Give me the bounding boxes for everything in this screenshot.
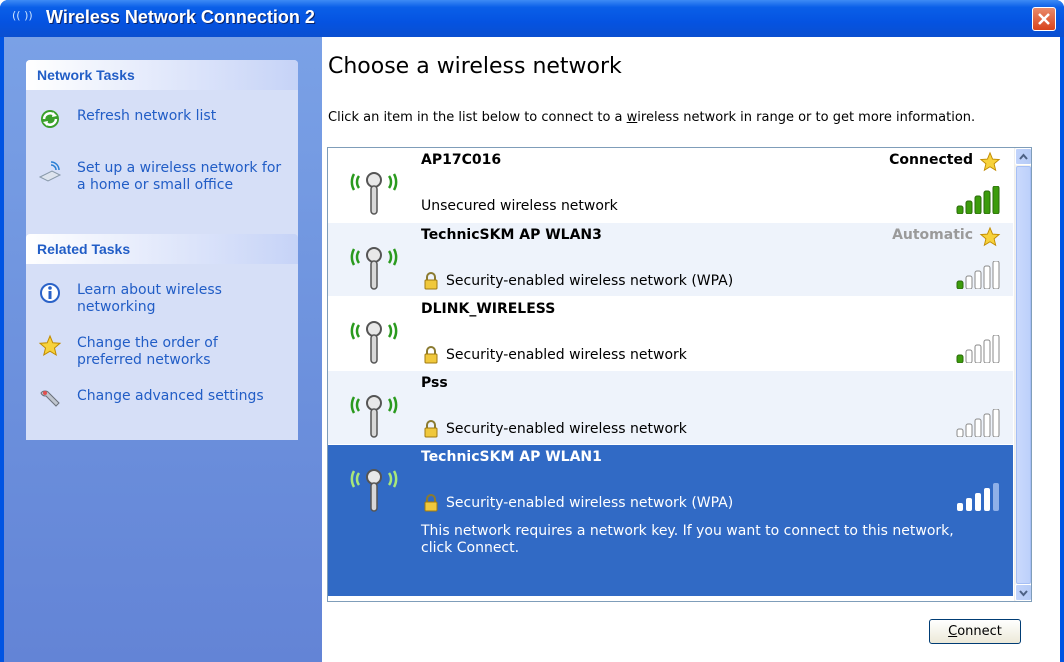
network-row[interactable]: DLINK_WIRELESS Security-enabled wireless… xyxy=(328,297,1013,371)
signal-strength-icon xyxy=(956,186,1000,214)
refresh-icon xyxy=(41,110,59,128)
task-label: Change advanced settings xyxy=(77,388,264,404)
network-tasks-box: Network Tasks Refresh network list Set u… xyxy=(26,60,298,244)
network-ssid: DLINK_WIRELESS xyxy=(421,301,556,317)
preferred-star-icon xyxy=(979,151,1001,172)
network-security: Security-enabled wireless network xyxy=(446,421,687,437)
wireless-title-icon: (( )) xyxy=(12,9,33,22)
signal-bar xyxy=(965,349,973,363)
title-bar[interactable]: (( )) Wireless Network Connection 2 xyxy=(0,0,1064,37)
task-label: Refresh network list xyxy=(77,108,217,124)
lock-icon xyxy=(424,272,438,290)
window-client: Network Tasks Refresh network list Set u… xyxy=(4,37,1060,662)
signal-bar xyxy=(983,339,991,363)
connect-button[interactable]: Connect xyxy=(929,619,1021,644)
network-security: Security-enabled wireless network (WPA) xyxy=(446,495,734,511)
scroll-thumb[interactable] xyxy=(1016,166,1031,584)
signal-bar xyxy=(983,190,991,214)
network-ssid: Pss xyxy=(421,375,448,391)
signal-bar xyxy=(966,498,972,511)
signal-bar xyxy=(983,265,991,289)
wireless-antenna-icon xyxy=(350,469,398,512)
task-pane: Network Tasks Refresh network list Set u… xyxy=(4,37,322,662)
wireless-setup-icon xyxy=(38,161,62,182)
intro-text: Click an item in the list below to conne… xyxy=(328,110,976,125)
wireless-antenna-icon xyxy=(350,247,398,290)
signal-bar xyxy=(975,493,981,511)
main-panel: Choose a wireless network Click an item … xyxy=(322,37,1060,662)
signal-bar xyxy=(974,270,982,289)
signal-strength-icon xyxy=(956,261,1000,289)
signal-bar xyxy=(984,488,990,511)
signal-strength-icon xyxy=(956,409,1000,437)
network-security: Unsecured wireless network xyxy=(421,198,618,214)
signal-bar xyxy=(974,418,982,437)
signal-strength-icon xyxy=(956,335,1000,363)
signal-bar xyxy=(957,503,963,511)
lock-icon xyxy=(424,346,438,364)
scroll-up-button[interactable] xyxy=(1015,148,1031,165)
signal-bar xyxy=(992,335,1000,363)
wireless-antenna-icon xyxy=(350,395,398,438)
wireless-antenna-icon xyxy=(350,321,398,364)
network-row[interactable]: TechnicSKM AP WLAN3 Security-enabled wir… xyxy=(328,223,1013,297)
network-security: Security-enabled wireless network (WPA) xyxy=(446,273,734,289)
signal-bar xyxy=(974,344,982,363)
signal-bar xyxy=(983,413,991,437)
signal-bar xyxy=(956,280,964,289)
network-tasks-header[interactable]: Network Tasks xyxy=(26,60,298,90)
network-row[interactable]: Pss Security-enabled wireless network xyxy=(328,371,1013,445)
signal-bar xyxy=(956,428,964,437)
lock-icon xyxy=(424,494,438,512)
network-row[interactable]: AP17C016 Unsecured wireless network Connec… xyxy=(328,148,1013,222)
close-icon xyxy=(1038,13,1050,25)
network-security: Security-enabled wireless network xyxy=(446,347,687,363)
network-ssid: AP17C016 xyxy=(421,152,502,168)
related-tasks-box: Related Tasks Learn about wireless netwo… xyxy=(26,234,298,440)
window-title: Wireless Network Connection 2 xyxy=(46,7,315,27)
signal-bar xyxy=(956,354,964,363)
signal-bar xyxy=(974,195,982,214)
signal-bar xyxy=(965,275,973,289)
task-label: Learn about wireless networking xyxy=(77,282,222,315)
signal-bar xyxy=(965,423,973,437)
network-list[interactable]: AP17C016 Unsecured wireless network Connec… xyxy=(327,147,1032,602)
wireless-antenna-icon xyxy=(350,172,398,215)
close-button[interactable] xyxy=(1032,7,1056,31)
network-row[interactable]: TechnicSKM AP WLAN1 Security-enabled wir… xyxy=(328,445,1013,597)
preferred-star-icon xyxy=(979,226,1001,247)
signal-bar xyxy=(992,261,1000,289)
chevron-up-icon xyxy=(1019,153,1028,160)
signal-bar xyxy=(992,409,1000,437)
task-label: Change the order of preferred networks xyxy=(77,335,218,368)
network-status-label: Automatic xyxy=(892,227,973,243)
signal-bar xyxy=(965,200,973,214)
network-ssid: TechnicSKM AP WLAN3 xyxy=(421,227,602,243)
scroll-down-button[interactable] xyxy=(1015,584,1031,601)
related-tasks-header[interactable]: Related Tasks xyxy=(26,234,298,264)
network-ssid: TechnicSKM AP WLAN1 xyxy=(421,449,602,465)
signal-strength-icon xyxy=(957,483,999,511)
info-icon xyxy=(40,283,60,303)
scrollbar[interactable] xyxy=(1014,148,1031,601)
signal-bar xyxy=(993,483,999,511)
task-label: Set up a wireless network for a home or … xyxy=(77,160,282,193)
star-icon xyxy=(38,334,62,357)
network-status-label: Connected xyxy=(889,152,973,168)
window: (( )) Wireless Network Connection 2 Netw… xyxy=(0,0,1064,662)
wrench-icon xyxy=(40,390,60,407)
page-title: Choose a wireless network xyxy=(328,54,622,79)
signal-bar xyxy=(992,186,1000,214)
lock-icon xyxy=(424,420,438,438)
network-detail: This network requires a network key. If … xyxy=(421,523,954,556)
chevron-down-icon xyxy=(1019,590,1028,597)
signal-bar xyxy=(956,205,964,214)
